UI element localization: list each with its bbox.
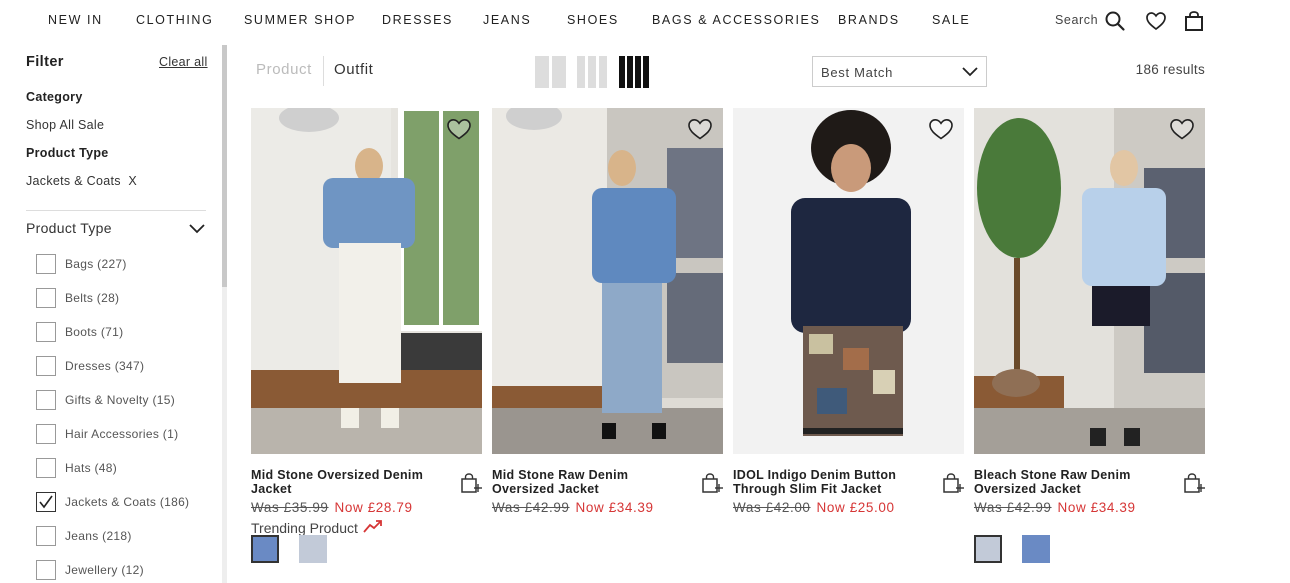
colour-swatch-light-blue[interactable]: [299, 535, 327, 563]
now-price: Now £28.79: [334, 500, 413, 515]
add-to-bag-icon[interactable]: [701, 472, 723, 494]
product-price: Was £35.99 Now £28.79: [251, 500, 413, 515]
filter-checkbox[interactable]: [36, 254, 56, 274]
nav-dresses[interactable]: DRESSES: [382, 13, 453, 27]
checkmark-icon: [39, 495, 53, 509]
was-price: Was £42.99: [492, 500, 570, 515]
nav-brands[interactable]: BRANDS: [838, 13, 900, 27]
add-to-bag-icon[interactable]: [942, 472, 964, 494]
now-price: Now £34.39: [575, 500, 654, 515]
wishlist-heart-icon[interactable]: [446, 117, 472, 141]
grid-2-columns-icon[interactable]: [535, 56, 566, 88]
add-to-bag-icon[interactable]: [460, 472, 482, 494]
was-price: Was £42.00: [733, 500, 811, 515]
filter-option-label: Hats (48): [65, 461, 118, 475]
colour-swatch-mid-blue[interactable]: [1022, 535, 1050, 563]
nav-new-in[interactable]: NEW IN: [48, 13, 103, 27]
filter-checkbox[interactable]: [36, 288, 56, 308]
filter-option-label: Jackets & Coats (186): [65, 495, 190, 509]
product-price: Was £42.99 Now £34.39: [492, 500, 654, 515]
filter-checkbox[interactable]: [36, 390, 56, 410]
product-price: Was £42.00 Now £25.00: [733, 500, 895, 515]
nav-summer-shop[interactable]: SUMMER SHOP: [244, 13, 356, 27]
tab-outfit[interactable]: Outfit: [334, 61, 373, 78]
category-value[interactable]: Shop All Sale: [26, 118, 104, 132]
product-card[interactable]: Bleach Stone Raw Denim Oversized Jacket …: [974, 108, 1205, 583]
product-image[interactable]: [492, 108, 723, 454]
filter-checkbox[interactable]: [36, 356, 56, 376]
nav-sale[interactable]: SALE: [932, 13, 970, 27]
product-price: Was £42.99 Now £34.39: [974, 500, 1136, 515]
product-card[interactable]: Mid Stone Raw Denim Oversized Jacket Was…: [492, 108, 723, 583]
nav-bags-accessories[interactable]: BAGS & ACCESSORIES: [652, 13, 820, 27]
product-name[interactable]: Mid Stone Oversized Denim Jacket: [251, 468, 451, 496]
filter-checkbox[interactable]: [36, 322, 56, 342]
search-icon[interactable]: [1104, 10, 1126, 32]
tab-separator: [323, 56, 324, 86]
filter-checkbox[interactable]: [36, 424, 56, 444]
grid-4-columns-icon[interactable]: [619, 56, 649, 88]
clear-all-link[interactable]: Clear all: [159, 55, 208, 69]
product-image[interactable]: [733, 108, 964, 454]
filter-option-label: Boots (71): [65, 325, 124, 339]
filter-checkbox[interactable]: [36, 560, 56, 580]
top-navigation: NEW IN CLOTHING SUMMER SHOP DRESSES JEAN…: [0, 0, 1290, 42]
filter-title: Filter: [26, 54, 64, 70]
category-label: Category: [26, 90, 83, 104]
was-price: Was £35.99: [251, 500, 329, 515]
chevron-down-icon[interactable]: [188, 222, 206, 236]
add-to-bag-icon[interactable]: [1183, 472, 1205, 494]
product-image[interactable]: [251, 108, 482, 454]
was-price: Was £42.99: [974, 500, 1052, 515]
product-image[interactable]: [974, 108, 1205, 454]
product-card[interactable]: IDOL Indigo Denim Button Through Slim Fi…: [733, 108, 964, 583]
sort-dropdown[interactable]: Best Match: [812, 56, 987, 87]
wishlist-heart-icon[interactable]: [687, 117, 713, 141]
sort-selected-value: Best Match: [821, 65, 894, 80]
search-label[interactable]: Search: [1055, 13, 1098, 27]
tab-product[interactable]: Product: [256, 61, 312, 78]
filter-checkbox[interactable]: [36, 526, 56, 546]
chevron-down-icon: [962, 67, 978, 77]
nav-shoes[interactable]: SHOES: [567, 13, 619, 27]
wishlist-heart-icon[interactable]: [1169, 117, 1195, 141]
filter-option-label: Gifts & Novelty (15): [65, 393, 176, 407]
nav-jeans[interactable]: JEANS: [483, 13, 531, 27]
filter-option-label: Dresses (347): [65, 359, 145, 373]
sidebar-scrollbar-thumb[interactable]: [222, 45, 227, 287]
product-name[interactable]: Mid Stone Raw Denim Oversized Jacket: [492, 468, 692, 496]
shopping-bag-icon[interactable]: [1183, 10, 1205, 32]
now-price: Now £25.00: [816, 500, 895, 515]
filter-option-label: Jeans (218): [65, 529, 132, 543]
filter-checkbox[interactable]: [36, 492, 56, 512]
active-filter-chip[interactable]: Jackets & Coats X: [26, 174, 137, 188]
wishlist-heart-icon[interactable]: [1145, 10, 1167, 32]
product-name[interactable]: IDOL Indigo Denim Button Through Slim Fi…: [733, 468, 933, 496]
colour-swatch-mid-blue[interactable]: [251, 535, 279, 563]
filter-sidebar: Filter Clear all Category Shop All Sale …: [0, 42, 222, 583]
now-price: Now £34.39: [1057, 500, 1136, 515]
divider: [26, 210, 206, 211]
product-name[interactable]: Bleach Stone Raw Denim Oversized Jacket: [974, 468, 1174, 496]
trending-up-icon: [363, 520, 382, 533]
filter-option-label: Jewellery (12): [65, 563, 144, 577]
product-type-section-title[interactable]: Product Type: [26, 220, 112, 236]
filter-option-label: Bags (227): [65, 257, 127, 271]
filter-option-label: Belts (28): [65, 291, 120, 305]
product-card[interactable]: Mid Stone Oversized Denim Jacket Was £35…: [251, 108, 482, 583]
product-type-label: Product Type: [26, 146, 109, 160]
wishlist-heart-icon[interactable]: [928, 117, 954, 141]
filter-checkbox[interactable]: [36, 458, 56, 478]
trending-badge: Trending Product: [251, 520, 358, 536]
colour-swatch-light-blue[interactable]: [974, 535, 1002, 563]
nav-clothing[interactable]: CLOTHING: [136, 13, 213, 27]
grid-3-columns-icon[interactable]: [577, 56, 607, 88]
results-count: 186 results: [1135, 62, 1205, 77]
filter-option-label: Hair Accessories (1): [65, 427, 179, 441]
